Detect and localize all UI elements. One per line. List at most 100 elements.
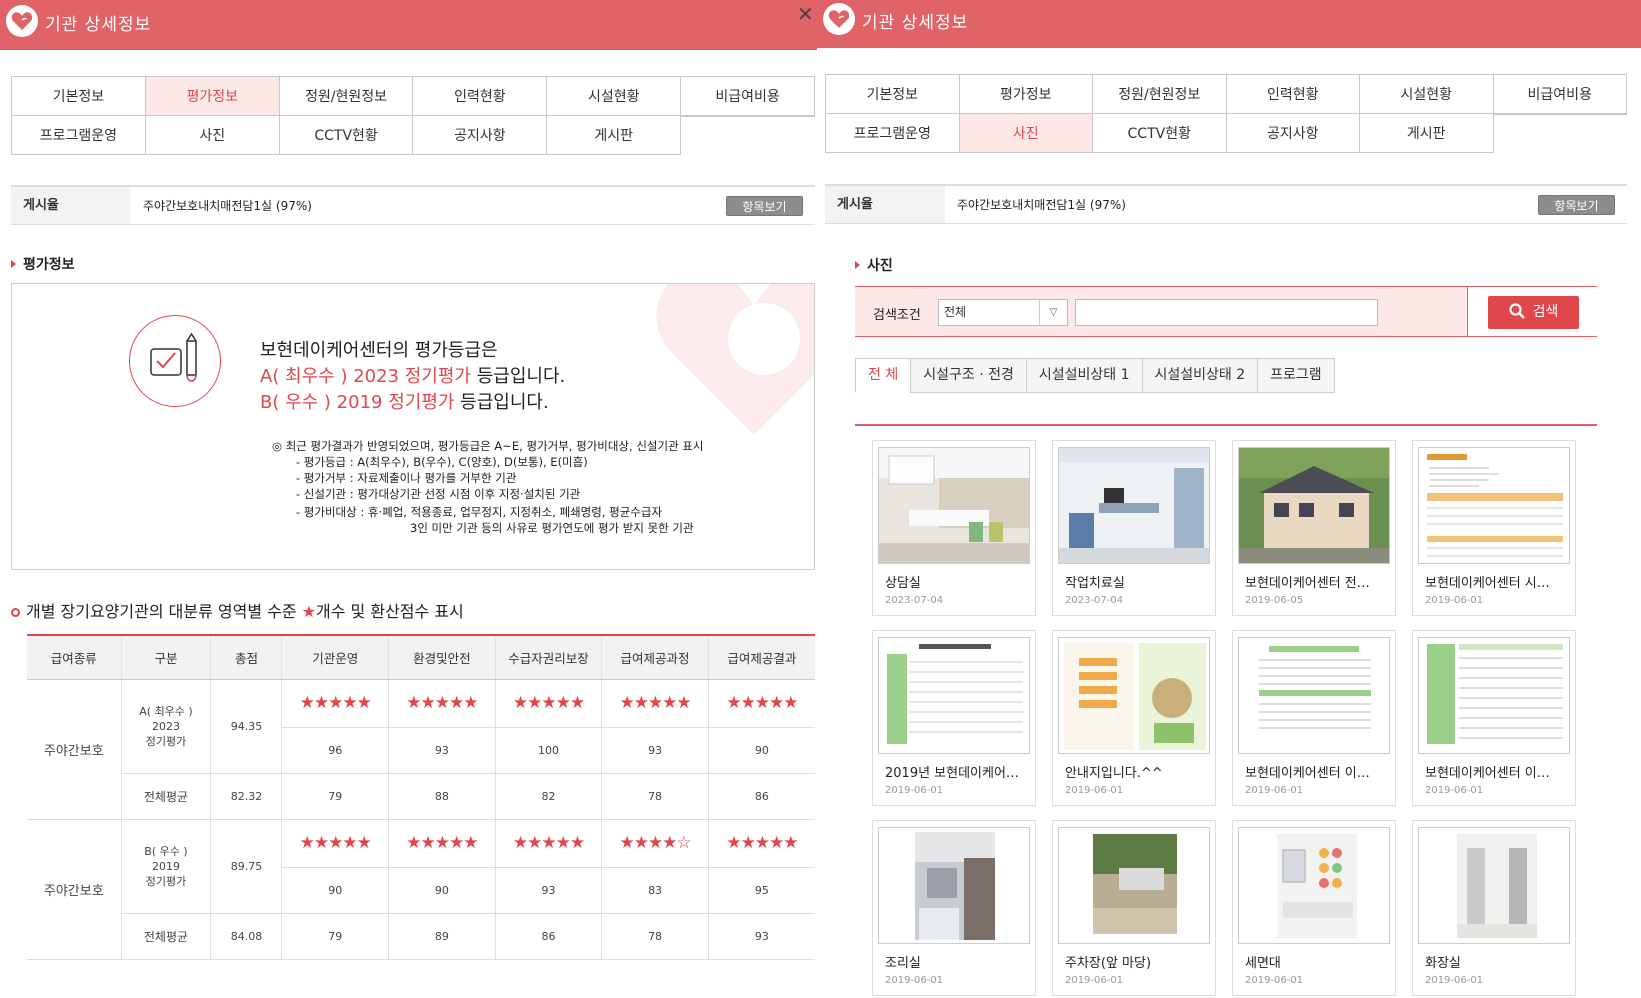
photo-thumbnail[interactable] (1058, 827, 1210, 944)
photo-caption[interactable]: 세면대 (1245, 952, 1393, 971)
photo-caption[interactable]: 보현데이케어센터 이… (1245, 762, 1393, 781)
star-rating-cell: ★★★★★ (601, 679, 709, 728)
column-header: 급여종류 (27, 634, 122, 680)
photo-tab-structure[interactable]: 시설구조 · 전경 (910, 358, 1026, 393)
table-row-average: 전체평균 82.32 79 88 82 78 86 (27, 773, 815, 820)
tab-program[interactable]: 프로그램운영 (826, 114, 960, 153)
average-label-cell: 전체평균 (120, 773, 211, 820)
photo-thumbnail[interactable] (1238, 637, 1390, 754)
tab-cctv[interactable]: CCTV현황 (1093, 114, 1227, 153)
star-rating-icon: ★★★★★ (406, 693, 478, 713)
photo-caption[interactable]: 안내지입니다.^^ (1065, 762, 1213, 781)
star-rating-cell: ★★★★★ (707, 679, 815, 728)
tab-facility[interactable]: 시설현황 (547, 77, 682, 116)
photo-tab-program[interactable]: 프로그램 (1257, 358, 1335, 393)
total-score-cell: 89.75 (210, 819, 282, 914)
photo-card[interactable]: 보현데이케어센터 이… 2019-06-01 (1232, 630, 1396, 806)
photo-date: 2019-06-01 (1245, 785, 1304, 796)
photo-thumbnail[interactable] (1418, 827, 1570, 944)
category-select[interactable]: 전체 ▽ (938, 299, 1068, 326)
photo-caption[interactable]: 상담실 (885, 572, 1033, 591)
photo-card[interactable]: 조리실 2019-06-01 (872, 820, 1036, 996)
photo-card[interactable]: 보현데이케어센터 시… 2019-06-01 (1412, 440, 1576, 616)
tab-program[interactable]: 프로그램운영 (12, 116, 146, 155)
search-input[interactable] (1075, 299, 1378, 326)
section-title-eval: 평가정보 (11, 254, 75, 274)
tab-staff[interactable]: 인력현황 (1226, 75, 1360, 114)
grade-kind: 정기평가 (145, 874, 187, 888)
tab-capacity[interactable]: 정원/현원정보 (279, 77, 414, 116)
photo-caption[interactable]: 2019년 보현데이케어… (885, 762, 1033, 781)
tab-photo[interactable]: 사진 (959, 114, 1093, 153)
tab-facility[interactable]: 시설현황 (1360, 75, 1494, 114)
heart-logo-icon-2 (823, 3, 855, 35)
average-score-cell: 79 (281, 913, 389, 960)
photo-thumbnail[interactable] (878, 827, 1030, 944)
photo-tab-all[interactable]: 전 체 (855, 358, 911, 393)
tab-photo[interactable]: 사진 (145, 116, 280, 155)
score-cell: 83 (601, 867, 709, 914)
info-label: 게시율 (825, 186, 945, 223)
bullet-icon (11, 608, 20, 617)
photo-caption[interactable]: 작업치료실 (1065, 572, 1213, 591)
photo-thumbnail[interactable] (1238, 447, 1390, 564)
photo-thumbnail[interactable] (1058, 637, 1210, 754)
tab-basic[interactable]: 기본정보 (826, 75, 960, 114)
grade-line: 보현데이케어센터의 평가등급은 (260, 340, 498, 361)
photo-date: 2019-06-01 (885, 785, 944, 796)
tab-cctv[interactable]: CCTV현황 (279, 116, 414, 155)
note-3: - 신설기관 : 평가대상기관 선정 시점 이후 지정·설치된 기관 (296, 487, 581, 501)
average-score-cell: 79 (281, 773, 389, 820)
photo-caption[interactable]: 화장실 (1425, 952, 1573, 971)
star-rating-cell: ★★★★★ (494, 819, 602, 868)
photo-caption[interactable]: 보현데이케어센터 시… (1425, 572, 1573, 591)
view-items-button[interactable]: 항목보기 (726, 196, 803, 216)
search-button-area: 검색 (1467, 287, 1597, 336)
tab-capacity[interactable]: 정원/현원정보 (1093, 75, 1227, 114)
photo-card[interactable]: 화장실 2019-06-01 (1412, 820, 1576, 996)
close-icon[interactable]: ✕ (797, 4, 814, 24)
search-icon (1509, 303, 1525, 319)
photo-card[interactable]: 보현데이케어센터 전… 2019-06-05 (1232, 440, 1396, 616)
photo-tab-equipment-2[interactable]: 시설설비상태 2 (1141, 358, 1258, 393)
tab-staff[interactable]: 인력현황 (413, 77, 548, 116)
photo-card[interactable]: 상담실 2023-07-04 (872, 440, 1036, 616)
tab-board[interactable]: 게시판 (1360, 114, 1494, 153)
star-rating-cell: ★★★★★ (388, 679, 496, 728)
tab-fees[interactable]: 비급여비용 (681, 77, 815, 116)
search-button[interactable]: 검색 (1488, 296, 1579, 329)
star-rating-icon: ★★★★★ (726, 833, 798, 853)
photo-thumbnail[interactable] (1418, 447, 1570, 564)
photo-caption[interactable]: 조리실 (885, 952, 1033, 971)
photo-thumbnail[interactable] (1238, 827, 1390, 944)
service-type-cell: 주야간보호 (27, 679, 122, 820)
service-type-cell: 주야간보호 (27, 819, 122, 960)
photo-thumbnail[interactable] (1058, 447, 1210, 564)
tab-board[interactable]: 게시판 (547, 116, 682, 155)
score-cell: 90 (707, 727, 815, 774)
photo-card[interactable]: 세면대 2019-06-01 (1232, 820, 1396, 996)
photo-card[interactable]: 2019년 보현데이케어… 2019-06-01 (872, 630, 1036, 806)
tab-notice[interactable]: 공지사항 (1226, 114, 1360, 153)
photo-tab-equipment-1[interactable]: 시설설비상태 1 (1025, 358, 1142, 393)
tab-evaluation[interactable]: 평가정보 (959, 75, 1093, 114)
tab-fees[interactable]: 비급여비용 (1493, 75, 1627, 114)
tab-evaluation[interactable]: 평가정보 (145, 77, 280, 116)
photo-thumbnail[interactable] (878, 637, 1030, 754)
score-cell: 90 (281, 867, 389, 914)
photo-tabs: 전 체 시설구조 · 전경 시설설비상태 1 시설설비상태 2 프로그램 (855, 358, 1335, 393)
photo-card[interactable]: 작업치료실 2023-07-04 (1052, 440, 1216, 616)
photo-card[interactable]: 보현데이케어센터 이… 2019-06-01 (1412, 630, 1576, 806)
view-items-button[interactable]: 항목보기 (1538, 195, 1615, 215)
photo-caption[interactable]: 보현데이케어센터 이… (1425, 762, 1573, 781)
photo-thumbnail[interactable] (878, 447, 1030, 564)
average-total-cell: 82.32 (210, 773, 282, 820)
photo-card[interactable]: 주차장(앞 마당) 2019-06-01 (1052, 820, 1216, 996)
photo-caption[interactable]: 보현데이케어센터 전… (1245, 572, 1393, 591)
tab-notice[interactable]: 공지사항 (413, 116, 548, 155)
tab-basic[interactable]: 기본정보 (12, 77, 146, 116)
photo-card[interactable]: 안내지입니다.^^ 2019-06-01 (1052, 630, 1216, 806)
photo-thumbnail[interactable] (1418, 637, 1570, 754)
photo-caption[interactable]: 주차장(앞 마당) (1065, 952, 1213, 971)
chevron-down-icon[interactable]: ▽ (1039, 300, 1067, 325)
